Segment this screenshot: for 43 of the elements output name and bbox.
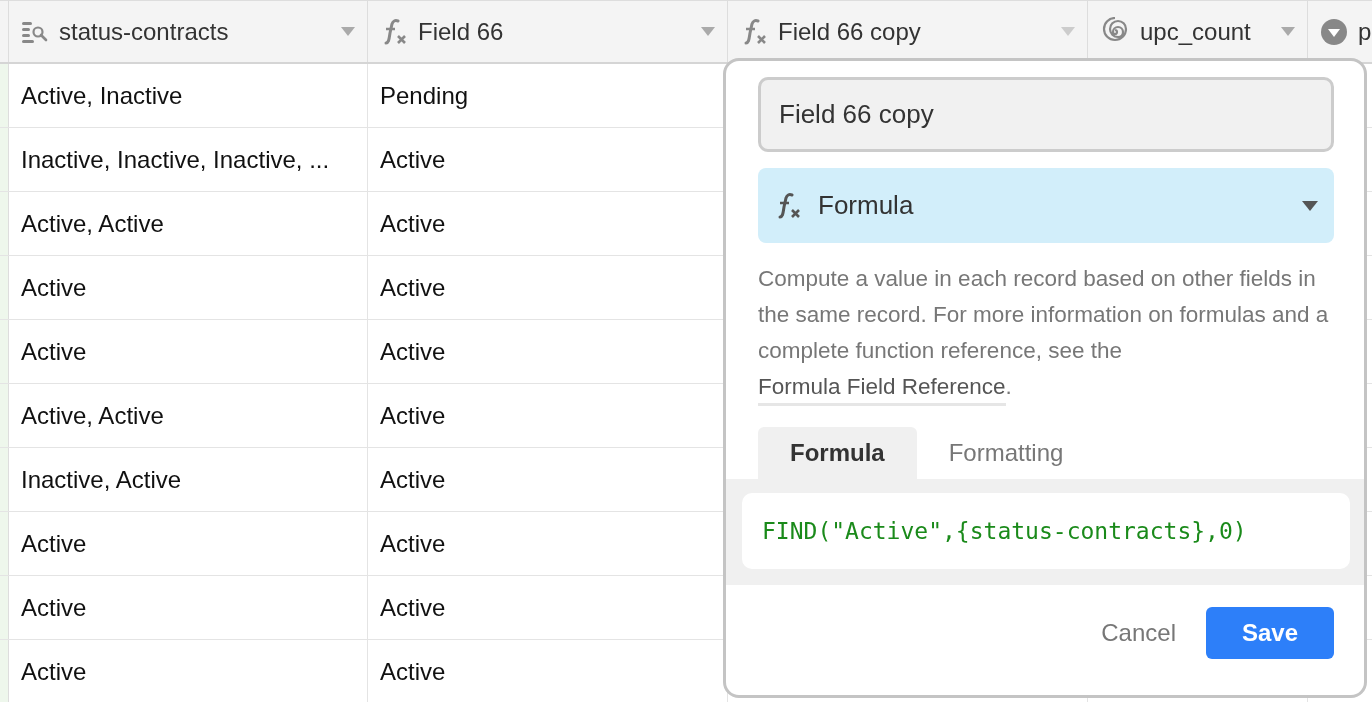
caret-icon[interactable] bbox=[701, 27, 715, 36]
table-cell: Active bbox=[380, 593, 446, 622]
description-text: Compute a value in each record based on other fields in the same record. For more information on formulas and a complete function reference, see the Formula Field Reference. bbox=[758, 261, 1340, 405]
reference-link[interactable]: Formula Field Reference bbox=[758, 374, 1006, 406]
caret-icon[interactable] bbox=[1281, 27, 1295, 36]
table-cell: Active bbox=[380, 657, 446, 686]
table-cell: Active bbox=[21, 593, 87, 622]
table-cell: Active bbox=[21, 337, 87, 366]
table-cell: Active bbox=[21, 657, 87, 686]
table-cell: Active bbox=[380, 209, 446, 238]
table-cell: Active bbox=[21, 273, 87, 302]
column-title: status-contracts bbox=[59, 17, 229, 46]
table-cell: Active bbox=[380, 401, 446, 430]
caret-icon[interactable] bbox=[1061, 27, 1075, 36]
column-title: Field 66 copy bbox=[778, 17, 921, 46]
table-cell: Active bbox=[380, 529, 446, 558]
table-cell: Inactive, Inactive, Inactive, ... bbox=[21, 145, 330, 174]
table-cell: Active bbox=[21, 529, 87, 558]
column-header[interactable]: Field 66 bbox=[368, 1, 728, 62]
table-cell: Active bbox=[380, 145, 446, 174]
table-cell: Active, Active bbox=[21, 401, 164, 430]
table-cell: Active, Active bbox=[21, 209, 164, 238]
table-cell: Active bbox=[380, 273, 446, 302]
column-title: upc_count bbox=[1140, 17, 1251, 46]
tab[interactable]: Formatting bbox=[916, 427, 1096, 479]
table-cell: Active bbox=[380, 337, 446, 366]
tab[interactable]: Formula bbox=[758, 427, 917, 479]
caret-icon bbox=[1302, 200, 1318, 211]
formula-editor[interactable]: FIND("Active",{status-contracts},0) bbox=[742, 493, 1350, 569]
cancel-button[interactable]: Cancel bbox=[1085, 609, 1192, 657]
field-type-select[interactable]: Formula bbox=[758, 168, 1334, 243]
lookup-icon bbox=[21, 19, 49, 44]
save-button[interactable]: Save bbox=[1206, 607, 1334, 659]
column-title: Field 66 bbox=[418, 17, 504, 46]
caret-icon[interactable] bbox=[341, 27, 355, 36]
field-name-input[interactable]: Field 66 copy bbox=[758, 77, 1334, 152]
table-cell: Active bbox=[380, 465, 446, 494]
dropdown-icon bbox=[1320, 17, 1348, 46]
table-cell: Active, Inactive bbox=[21, 81, 183, 110]
column-header[interactable]: status-contracts bbox=[9, 1, 368, 62]
column-title: p bbox=[1358, 17, 1372, 46]
table-cell: Inactive, Active bbox=[21, 465, 182, 494]
table-cell: Pending bbox=[380, 81, 469, 110]
